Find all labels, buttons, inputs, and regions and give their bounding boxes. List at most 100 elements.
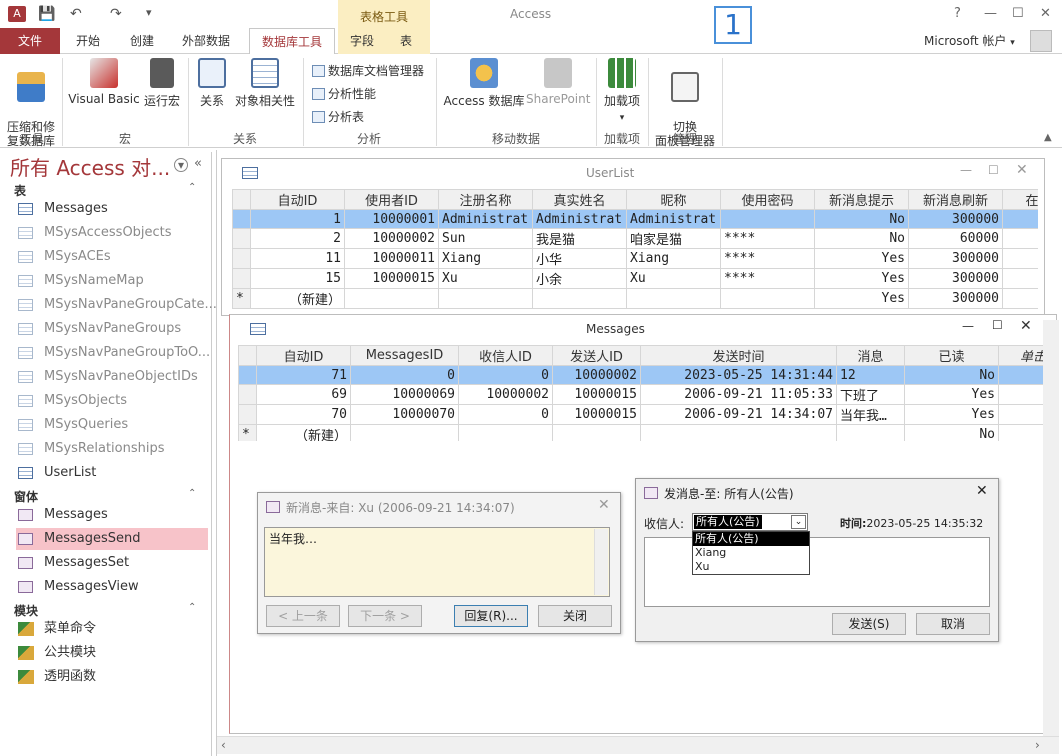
redo-icon[interactable]: ↷ — [110, 6, 122, 22]
dropdown-option[interactable]: Xu — [693, 560, 809, 574]
cell[interactable]: 10000002 — [344, 228, 439, 249]
table-row[interactable]: 69 10000069 10000002 10000015 2006-09-21… — [238, 384, 1046, 405]
cell[interactable] — [350, 424, 459, 441]
cell[interactable]: （新建） — [250, 288, 345, 309]
maximize-icon[interactable]: ☐ — [988, 163, 999, 177]
cell[interactable]: **** — [720, 248, 815, 269]
column-header[interactable]: 注册名称 — [438, 189, 533, 210]
cell[interactable]: 1 — [250, 209, 345, 229]
maximize-icon[interactable]: ☐ — [992, 318, 1003, 332]
cell[interactable]: 12 — [836, 365, 905, 385]
run-macro-button[interactable]: 运行宏 — [140, 58, 184, 109]
cell[interactable]: 15 — [250, 268, 345, 289]
nav-form-messages[interactable]: Messages — [16, 504, 208, 526]
cell[interactable]: 2006-09-21 11:05:33 — [640, 384, 837, 405]
help-icon[interactable]: ? — [954, 6, 961, 21]
column-header[interactable]: 新消息刷新 — [908, 189, 1003, 210]
cell[interactable]: 69 — [256, 384, 351, 405]
nav-table-userlist[interactable]: UserList — [16, 462, 208, 484]
nav-form-messagesview[interactable]: MessagesView — [16, 576, 208, 598]
cancel-button[interactable]: 取消 — [916, 613, 990, 635]
cell[interactable]: 下班了 — [836, 384, 905, 405]
cell[interactable]: Administrat — [626, 209, 721, 229]
cell[interactable]: 70 — [256, 404, 351, 425]
column-header[interactable]: 在 — [1002, 189, 1038, 210]
cell[interactable]: No — [814, 209, 909, 229]
cell[interactable]: 300000 — [908, 268, 1003, 289]
maximize-icon[interactable]: ☐ — [1012, 6, 1024, 21]
visual-basic-button[interactable]: Visual Basic — [68, 58, 140, 106]
cell[interactable]: Administrat — [532, 209, 627, 229]
minimize-icon[interactable]: — — [960, 163, 972, 177]
cell[interactable]: 0 — [458, 404, 553, 425]
cell[interactable]: Yes — [814, 288, 909, 309]
cell[interactable]: Xu — [438, 268, 533, 289]
tab-database-tools[interactable]: 数据库工具 — [249, 28, 336, 55]
avatar[interactable] — [1030, 30, 1052, 52]
dropdown-option[interactable]: 所有人(公告) — [693, 532, 809, 546]
cell[interactable]: 10000015 — [344, 268, 439, 289]
next-button[interactable]: 下一条 > — [348, 605, 422, 627]
cell[interactable]: **** — [720, 228, 815, 249]
cell[interactable]: Xiang — [438, 248, 533, 269]
cell[interactable]: 小华 — [532, 248, 627, 269]
cell[interactable]: 2006-09-21 14:34:07 — [640, 404, 837, 425]
scroll-right-icon[interactable]: › — [1035, 738, 1040, 752]
table-row[interactable]: 2 10000002 Sun 我是猫 咱家是猫 **** No 60000 — [232, 228, 1038, 249]
cell[interactable]: Yes — [814, 248, 909, 269]
reply-button[interactable]: 回复(R)... — [454, 605, 528, 627]
cell[interactable] — [626, 288, 721, 309]
cell[interactable] — [998, 365, 1046, 385]
collapse-ribbon-icon[interactable]: ▲ — [1044, 132, 1052, 143]
tab-file[interactable]: 文件 — [0, 28, 60, 54]
nav-table-msysnavpanegroups[interactable]: MSysNavPaneGroups — [16, 318, 208, 340]
relationships-button[interactable]: 关系 — [194, 58, 230, 109]
cell[interactable]: No — [814, 228, 909, 249]
table-row[interactable]: 70 10000070 0 10000015 2006-09-21 14:34:… — [238, 404, 1046, 425]
column-header[interactable]: 发送人ID — [552, 345, 641, 366]
cell[interactable]: 10000015 — [552, 384, 641, 405]
analyze-performance-button[interactable]: 分析性能 — [312, 85, 376, 102]
cell[interactable]: 11 — [250, 248, 345, 269]
nav-section-modules[interactable]: 模块 — [14, 602, 38, 619]
dropdown-option[interactable]: Xiang — [693, 546, 809, 560]
cell[interactable]: 10000002 — [552, 365, 641, 385]
cell[interactable]: 71 — [256, 365, 351, 385]
addins-button[interactable]: 加载项 ▾ — [600, 58, 644, 123]
column-header[interactable]: 使用者ID — [344, 189, 439, 210]
scrollbar[interactable] — [594, 529, 608, 595]
tab-table[interactable]: 表 — [388, 28, 430, 54]
cell[interactable]: Sun — [438, 228, 533, 249]
tab-external-data[interactable]: 外部数据 — [170, 28, 242, 54]
close-icon[interactable]: ✕ — [1016, 162, 1028, 178]
cell[interactable]: 我是猫 — [532, 228, 627, 249]
cell[interactable]: 300000 — [908, 288, 1003, 309]
nav-module-menu-commands[interactable]: 菜单命令 — [16, 618, 208, 640]
cell[interactable]: 300000 — [908, 248, 1003, 269]
cell[interactable] — [1002, 228, 1038, 249]
cell[interactable]: （新建） — [256, 424, 351, 441]
column-header[interactable]: 自动ID — [256, 345, 351, 366]
select-all-cell[interactable] — [232, 189, 251, 210]
nav-table-msysaccessobjects[interactable]: MSysAccessObjects — [16, 222, 208, 244]
table-row[interactable]: 11 10000011 Xiang 小华 Xiang **** Yes 3000… — [232, 248, 1038, 269]
row-selector[interactable] — [232, 268, 251, 289]
collapse-section-icon[interactable]: ⌃ — [188, 488, 196, 499]
cell[interactable] — [998, 404, 1046, 425]
horizontal-scrollbar[interactable]: ‹ › — [217, 736, 1059, 754]
object-dependencies-button[interactable]: 对象相关性 — [232, 58, 298, 109]
nav-pane-title[interactable]: 所有 Access 对... — [10, 152, 170, 181]
cell[interactable]: No — [904, 365, 999, 385]
tab-create[interactable]: 创建 — [118, 28, 166, 54]
cell[interactable]: 0 — [458, 365, 553, 385]
column-header[interactable]: 自动ID — [250, 189, 345, 210]
cell[interactable] — [458, 424, 553, 441]
account-label[interactable]: Microsoft 帐户 ▾ — [924, 32, 1015, 49]
cell[interactable] — [720, 288, 815, 309]
row-selector[interactable] — [232, 228, 251, 249]
cell[interactable]: Yes — [904, 404, 999, 425]
nav-form-messagesset[interactable]: MessagesSet — [16, 552, 208, 574]
collapse-section-icon[interactable]: ⌃ — [188, 602, 196, 613]
cell[interactable] — [998, 424, 1046, 441]
nav-table-msysnavpanegrouptoo[interactable]: MSysNavPaneGroupToO... — [16, 342, 210, 364]
